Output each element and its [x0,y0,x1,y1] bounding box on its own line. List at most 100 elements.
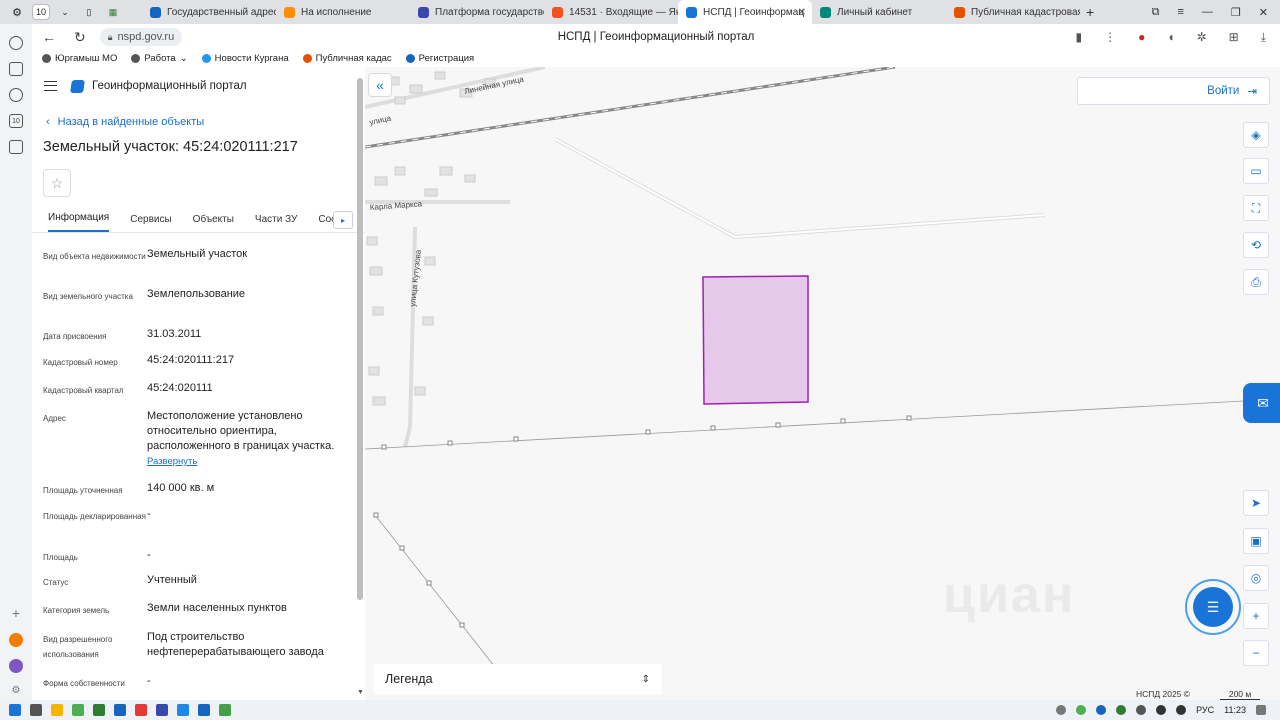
windows-start-icon[interactable] [9,704,21,716]
hamburger-menu-icon[interactable] [44,81,57,91]
bookmark-item[interactable]: Регистрация [405,53,474,64]
bookmark-icon[interactable]: ▮ [1075,30,1082,45]
notes-icon[interactable] [9,62,23,76]
add-icon[interactable]: + [12,605,20,621]
back-arrow-icon[interactable]: ← [42,29,56,46]
layers-button[interactable]: ◈ [1243,122,1269,148]
bookmark-item[interactable]: Публичная кадас [302,53,392,64]
browser-tab[interactable]: НСПД | Геоинформац ✕ [678,0,812,24]
bookmark-item[interactable]: Юргамыш МО [42,53,117,64]
browser-tab[interactable]: 14531 · Входящие — Янд [544,0,678,24]
reload-icon[interactable]: ↻ [74,29,86,46]
history-icon[interactable] [9,36,23,50]
clock[interactable]: 11:23 [1224,705,1246,715]
collapse-panel-button[interactable]: « [368,73,392,97]
geolocate-button[interactable]: ➤ [1243,490,1269,516]
new-tab-button[interactable]: + [1086,4,1094,20]
apps-grid-icon[interactable]: ▦ [104,4,122,20]
legend-bar[interactable]: Легенда ⇕ [374,664,662,694]
page-icon[interactable]: ▯ [80,4,98,20]
zen-icon[interactable] [9,633,23,647]
word-icon[interactable] [198,704,210,716]
tray-icon[interactable] [1136,705,1147,715]
favorite-star-button[interactable]: ☆ [43,169,71,197]
tabs-scroll-right-button[interactable]: ▸ [333,211,353,229]
zoom-out-button[interactable]: − [1243,640,1269,666]
menu-icon[interactable]: ≡ [1177,6,1183,19]
chat-button[interactable]: ☰ [1185,579,1241,635]
back-to-results-link[interactable]: ‹ Назад в найденные объекты [32,105,365,139]
tray-icon[interactable] [1076,705,1087,715]
tab-item[interactable]: Объекты [193,214,234,232]
tabs-view-icon[interactable]: ⧉ [1152,6,1160,19]
tray-icon[interactable] [1056,705,1067,715]
shield-app-icon[interactable] [93,704,105,716]
property-row: Статус Учтенный [32,573,365,601]
minimize-button[interactable]: — [1202,6,1213,19]
tray-icon[interactable] [1116,705,1127,715]
browser-tab[interactable]: Государственный адрес [142,0,276,24]
volume-icon[interactable] [1176,705,1187,715]
play-icon[interactable] [9,88,23,102]
portal-logo-group[interactable]: Геоинформационный портал [70,79,247,93]
restore-button[interactable]: ❐ [1231,6,1241,19]
yandex-browser-icon[interactable] [114,704,126,716]
collections-icon[interactable]: ⊞ [1229,30,1239,45]
screenshot-icon[interactable] [9,140,23,154]
extension-icon[interactable]: ● [1138,30,1145,45]
vpn-icon[interactable]: ◖ [1167,30,1174,45]
grid-app-icon[interactable] [219,704,231,716]
notifications-icon[interactable] [1256,705,1266,715]
zoom-in-button[interactable]: + [1243,603,1269,629]
more-icon[interactable]: ⋮ [1104,30,1116,45]
print-button[interactable]: ⎙ [1243,269,1269,295]
network-icon[interactable] [1156,705,1167,715]
tab-information[interactable]: Информация [48,212,110,232]
login-button[interactable]: Войти ⇥ [1077,77,1270,105]
minimap-button[interactable]: ▣ [1243,528,1269,554]
calendar-app-icon[interactable] [177,704,189,716]
alice-icon[interactable] [9,659,23,673]
bookmark-item[interactable]: Новости Кургана [201,53,289,64]
ruler-button[interactable]: ▭ [1243,158,1269,184]
browser-tab[interactable]: Публичная кадастровая [946,0,1080,24]
property-row: Площадь декларированная - [32,507,365,548]
tray-icon[interactable] [1096,705,1107,715]
app-icon[interactable] [156,704,168,716]
tabs-dropdown-icon[interactable]: ⌄ [56,4,74,20]
chevron-down-icon: ⌄ [179,53,188,64]
bookmark-item[interactable]: Работа ⌄ [131,53,188,64]
property-label: Форма собственности [43,679,125,688]
map-view[interactable]: Линейная улица улица Карла Маркса улица … [365,67,1280,700]
land-parcel-polygon[interactable] [702,275,809,405]
url-field[interactable]: 🔒︎ nspd.gov.ru [99,28,183,46]
sidebar-settings-icon[interactable]: ⚙ [12,685,21,696]
browser-tab[interactable]: Платформа государствен [410,0,544,24]
tab-counter[interactable]: 10 [32,4,50,20]
property-value: 45:24:020111 [147,381,347,409]
expand-address-link[interactable]: Развернуть [147,456,197,467]
browser-icon[interactable] [135,704,147,716]
panel-scrollbar[interactable] [357,78,363,600]
tab-item[interactable]: Части ЗУ [255,214,297,232]
taskview-icon[interactable] [30,704,42,716]
find-location-button[interactable]: ◎ [1243,565,1269,591]
select-area-button[interactable]: ⛶ [1243,195,1269,221]
extensions-icon[interactable]: ✲ [1197,30,1207,45]
downloads-icon[interactable]: ⤓ [1261,30,1266,45]
explorer-icon[interactable] [51,704,63,716]
calendar-icon[interactable]: 10 [9,114,23,128]
close-window-button[interactable]: ✕ [1259,6,1268,19]
chrome-icon[interactable] [72,704,84,716]
browser-tab[interactable]: На исполнение [276,0,410,24]
scroll-down-arrow-icon[interactable]: ▼ [357,689,364,696]
feedback-button[interactable]: ✉ [1243,383,1280,423]
browser-tab[interactable]: Личный кабинет [812,0,946,24]
share-button[interactable]: ⟲ [1243,232,1269,258]
tab-item[interactable]: Сервисы [130,214,171,232]
property-label: Дата присвоения [43,332,107,341]
address-bar-actions: ▮ ⋮ ● ◖ ✲ ⊞ ⤓ [1075,30,1280,45]
close-tab-icon[interactable]: ✕ [798,7,806,18]
browser-menu-icon[interactable]: ⚙ [8,4,26,20]
language-indicator[interactable]: РУС [1196,705,1214,715]
